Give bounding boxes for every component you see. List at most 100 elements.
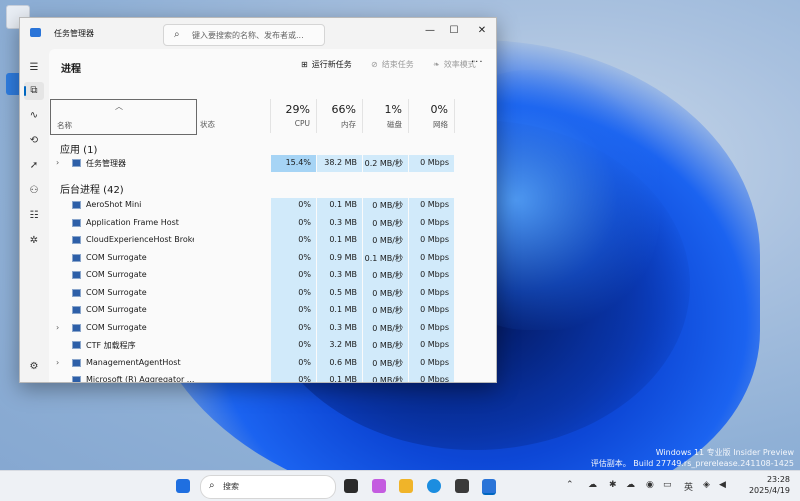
process-row[interactable]: COM Surrogate 0% 0.5 MB 0 MB/秒 0 Mbps xyxy=(49,285,481,302)
process-row[interactable]: Microsoft (R) Aggregator ... 0% 0.1 MB 0 MB… xyxy=(49,372,481,383)
task-view-icon[interactable] xyxy=(344,479,358,493)
more-options-button[interactable]: ··· xyxy=(471,57,484,68)
process-name: COM Surrogate xyxy=(86,287,147,297)
process-icon xyxy=(72,159,81,167)
run-new-task-button[interactable]: ⊞ 运行新任务 xyxy=(301,59,352,70)
expand-chevron-icon[interactable]: › xyxy=(56,158,59,167)
process-name: 任务管理器 xyxy=(86,159,126,168)
process-mem-value: 0.3 MB xyxy=(329,217,357,227)
column-header-memory[interactable]: 66% 内存 xyxy=(317,99,363,133)
process-name: CloudExperienceHost Broker xyxy=(86,235,194,244)
network-total-percent: 0% xyxy=(430,103,448,116)
process-row[interactable]: › ManagementAgentHost 0% 0.6 MB 0 MB/秒 0 Mbps xyxy=(49,355,481,372)
process-name: CTF 加载程序 xyxy=(86,341,136,350)
start-icon[interactable] xyxy=(176,479,190,493)
process-row[interactable]: CloudExperienceHost Broker 0% 0.1 MB 0 MB/秒… xyxy=(49,232,481,249)
taskbar: ⌕ 搜索 ⌃ ☁ ✱ ☁ ◉ ▭ 英 ◈ ◀ 23:28 2025/4/19 xyxy=(0,470,800,501)
process-cpu-value: 0% xyxy=(298,200,311,209)
system-clock[interactable]: 23:28 2025/4/19 xyxy=(749,474,790,496)
nav-app-history-icon[interactable]: ⟲ xyxy=(24,132,44,150)
task-manager-taskbar-icon[interactable] xyxy=(482,479,496,495)
process-row[interactable]: CTF 加载程序 0% 3.2 MB 0 MB/秒 0 Mbps xyxy=(49,337,481,354)
network-icon[interactable]: ◈ xyxy=(703,480,710,490)
onedrive-icon[interactable]: ☁ xyxy=(588,480,597,490)
page-title: 进程 xyxy=(61,64,81,75)
taskbar-search[interactable]: ⌕ 搜索 xyxy=(200,475,336,499)
disk-total-percent: 1% xyxy=(384,103,402,116)
search-icon: ⌕ xyxy=(174,29,180,40)
disk-label: 磁盘 xyxy=(387,120,402,129)
process-disk-value: 0.2 MB/秒 xyxy=(364,159,403,168)
store-icon[interactable] xyxy=(455,479,469,493)
title-bar[interactable]: 任务管理器 ⌕ 键入要搜索的名称、发布者或... — ☐ ✕ xyxy=(20,18,496,49)
process-disk-value: 0 MB/秒 xyxy=(372,376,403,383)
process-icon xyxy=(72,253,81,262)
process-mem-value: 38.2 MB xyxy=(324,158,357,167)
keyboard-icon[interactable]: ▭ xyxy=(663,480,672,490)
search-box[interactable]: ⌕ 键入要搜索的名称、发布者或... xyxy=(163,24,325,46)
clock-time: 23:28 xyxy=(766,475,790,484)
process-row[interactable]: Application Frame Host 0% 0.3 MB 0 MB/秒 0 Mb… xyxy=(49,215,481,232)
processes-page: 进程 ⊞ 运行新任务 ⊘ 结束任务 ❧ 效率模式 ··· ︿ 名称 状态 29% CP… xyxy=(49,49,496,382)
process-icon xyxy=(72,236,81,244)
column-header-disk[interactable]: 1% 磁盘 xyxy=(363,99,409,133)
expand-chevron-icon[interactable]: › xyxy=(56,323,59,332)
efficiency-mode-button[interactable]: ❧ 效率模式 xyxy=(433,59,476,70)
nav-performance-icon[interactable]: ∿ xyxy=(24,107,44,125)
process-icon xyxy=(72,323,81,332)
nav-users-icon[interactable]: ⚇ xyxy=(24,182,44,200)
process-net-value: 0 Mbps xyxy=(420,235,449,244)
process-disk-value: 0 MB/秒 xyxy=(372,323,403,333)
process-row[interactable]: AeroShot Mini 0% 0.1 MB 0 MB/秒 0 Mbps xyxy=(49,197,481,214)
input-language[interactable]: 英 xyxy=(684,480,693,493)
sort-caret-icon: ︿ xyxy=(115,102,123,111)
column-header-status[interactable]: 状态 xyxy=(196,99,271,133)
process-net-value: 0 Mbps xyxy=(420,322,449,332)
process-row[interactable]: COM Surrogate 0% 0.3 MB 0 MB/秒 0 Mbps xyxy=(49,267,481,284)
column-header-name[interactable]: ︿ 名称 xyxy=(50,99,197,135)
process-cpu-value: 0% xyxy=(298,235,311,244)
nav-settings-icon[interactable]: ⚙ xyxy=(24,358,44,376)
column-header-network[interactable]: 0% 网络 xyxy=(409,99,455,133)
nav-processes-icon[interactable]: ⧉ xyxy=(24,82,44,100)
process-row[interactable]: COM Surrogate 0% 0.1 MB 0 MB/秒 0 Mbps xyxy=(49,302,481,319)
cloud-icon[interactable]: ☁ xyxy=(626,480,635,490)
process-row[interactable]: › COM Surrogate 0% 0.3 MB 0 MB/秒 0 Mbps xyxy=(49,320,481,337)
volume-icon[interactable]: ◀ xyxy=(719,480,726,490)
expand-chevron-icon[interactable]: › xyxy=(56,358,59,367)
process-name: COM Surrogate xyxy=(86,252,147,262)
copilot-icon[interactable] xyxy=(372,479,386,493)
hamburger-menu-icon[interactable]: ☰ xyxy=(24,59,44,77)
nav-services-icon[interactable]: ✲ xyxy=(24,232,44,250)
end-task-icon: ⊘ xyxy=(371,60,378,69)
microphone-icon[interactable]: ◉ xyxy=(646,480,654,490)
process-cpu-value: 0% xyxy=(298,375,311,383)
bluetooth-icon[interactable]: ✱ xyxy=(609,480,617,490)
process-icon xyxy=(72,271,81,279)
nav-details-icon[interactable]: ☷ xyxy=(24,207,44,225)
process-disk-value: 0 MB/秒 xyxy=(372,201,403,210)
process-name: COM Surrogate xyxy=(86,305,147,314)
close-button[interactable]: ✕ xyxy=(470,21,494,41)
process-disk-value: 0 MB/秒 xyxy=(372,358,403,368)
process-icon xyxy=(72,358,81,367)
process-net-value: 0 Mbps xyxy=(420,252,449,262)
end-task-label: 结束任务 xyxy=(381,60,414,69)
process-row[interactable]: COM Surrogate 0% 0.9 MB 0.1 MB/秒 0 Mbps xyxy=(49,250,481,267)
edge-browser-icon[interactable] xyxy=(427,479,441,493)
process-mem-value: 0.1 MB xyxy=(329,305,357,314)
maximize-button[interactable]: ☐ xyxy=(442,21,466,41)
file-explorer-icon[interactable] xyxy=(399,479,413,493)
navigation-rail: ☰ ⧉ ∿ ⟲ ➚ ⚇ ☷ ✲ ⚙ xyxy=(20,49,48,382)
process-row[interactable]: › 任务管理器 15.4% 38.2 MB 0.2 MB/秒 0 Mbps xyxy=(49,155,481,172)
chevron-up-icon[interactable]: ⌃ xyxy=(566,480,574,490)
minimize-button[interactable]: — xyxy=(418,21,442,41)
process-name: ManagementAgentHost xyxy=(86,357,181,367)
group-apps: 应用 (1) xyxy=(60,145,98,156)
process-disk-value: 0.1 MB/秒 xyxy=(364,253,403,263)
end-task-button[interactable]: ⊘ 结束任务 xyxy=(371,59,414,70)
nav-startup-apps-icon[interactable]: ➚ xyxy=(24,157,44,175)
process-net-value: 0 Mbps xyxy=(420,340,449,349)
column-header-cpu[interactable]: 29% CPU xyxy=(271,99,317,133)
task-manager-app-icon xyxy=(30,28,41,37)
